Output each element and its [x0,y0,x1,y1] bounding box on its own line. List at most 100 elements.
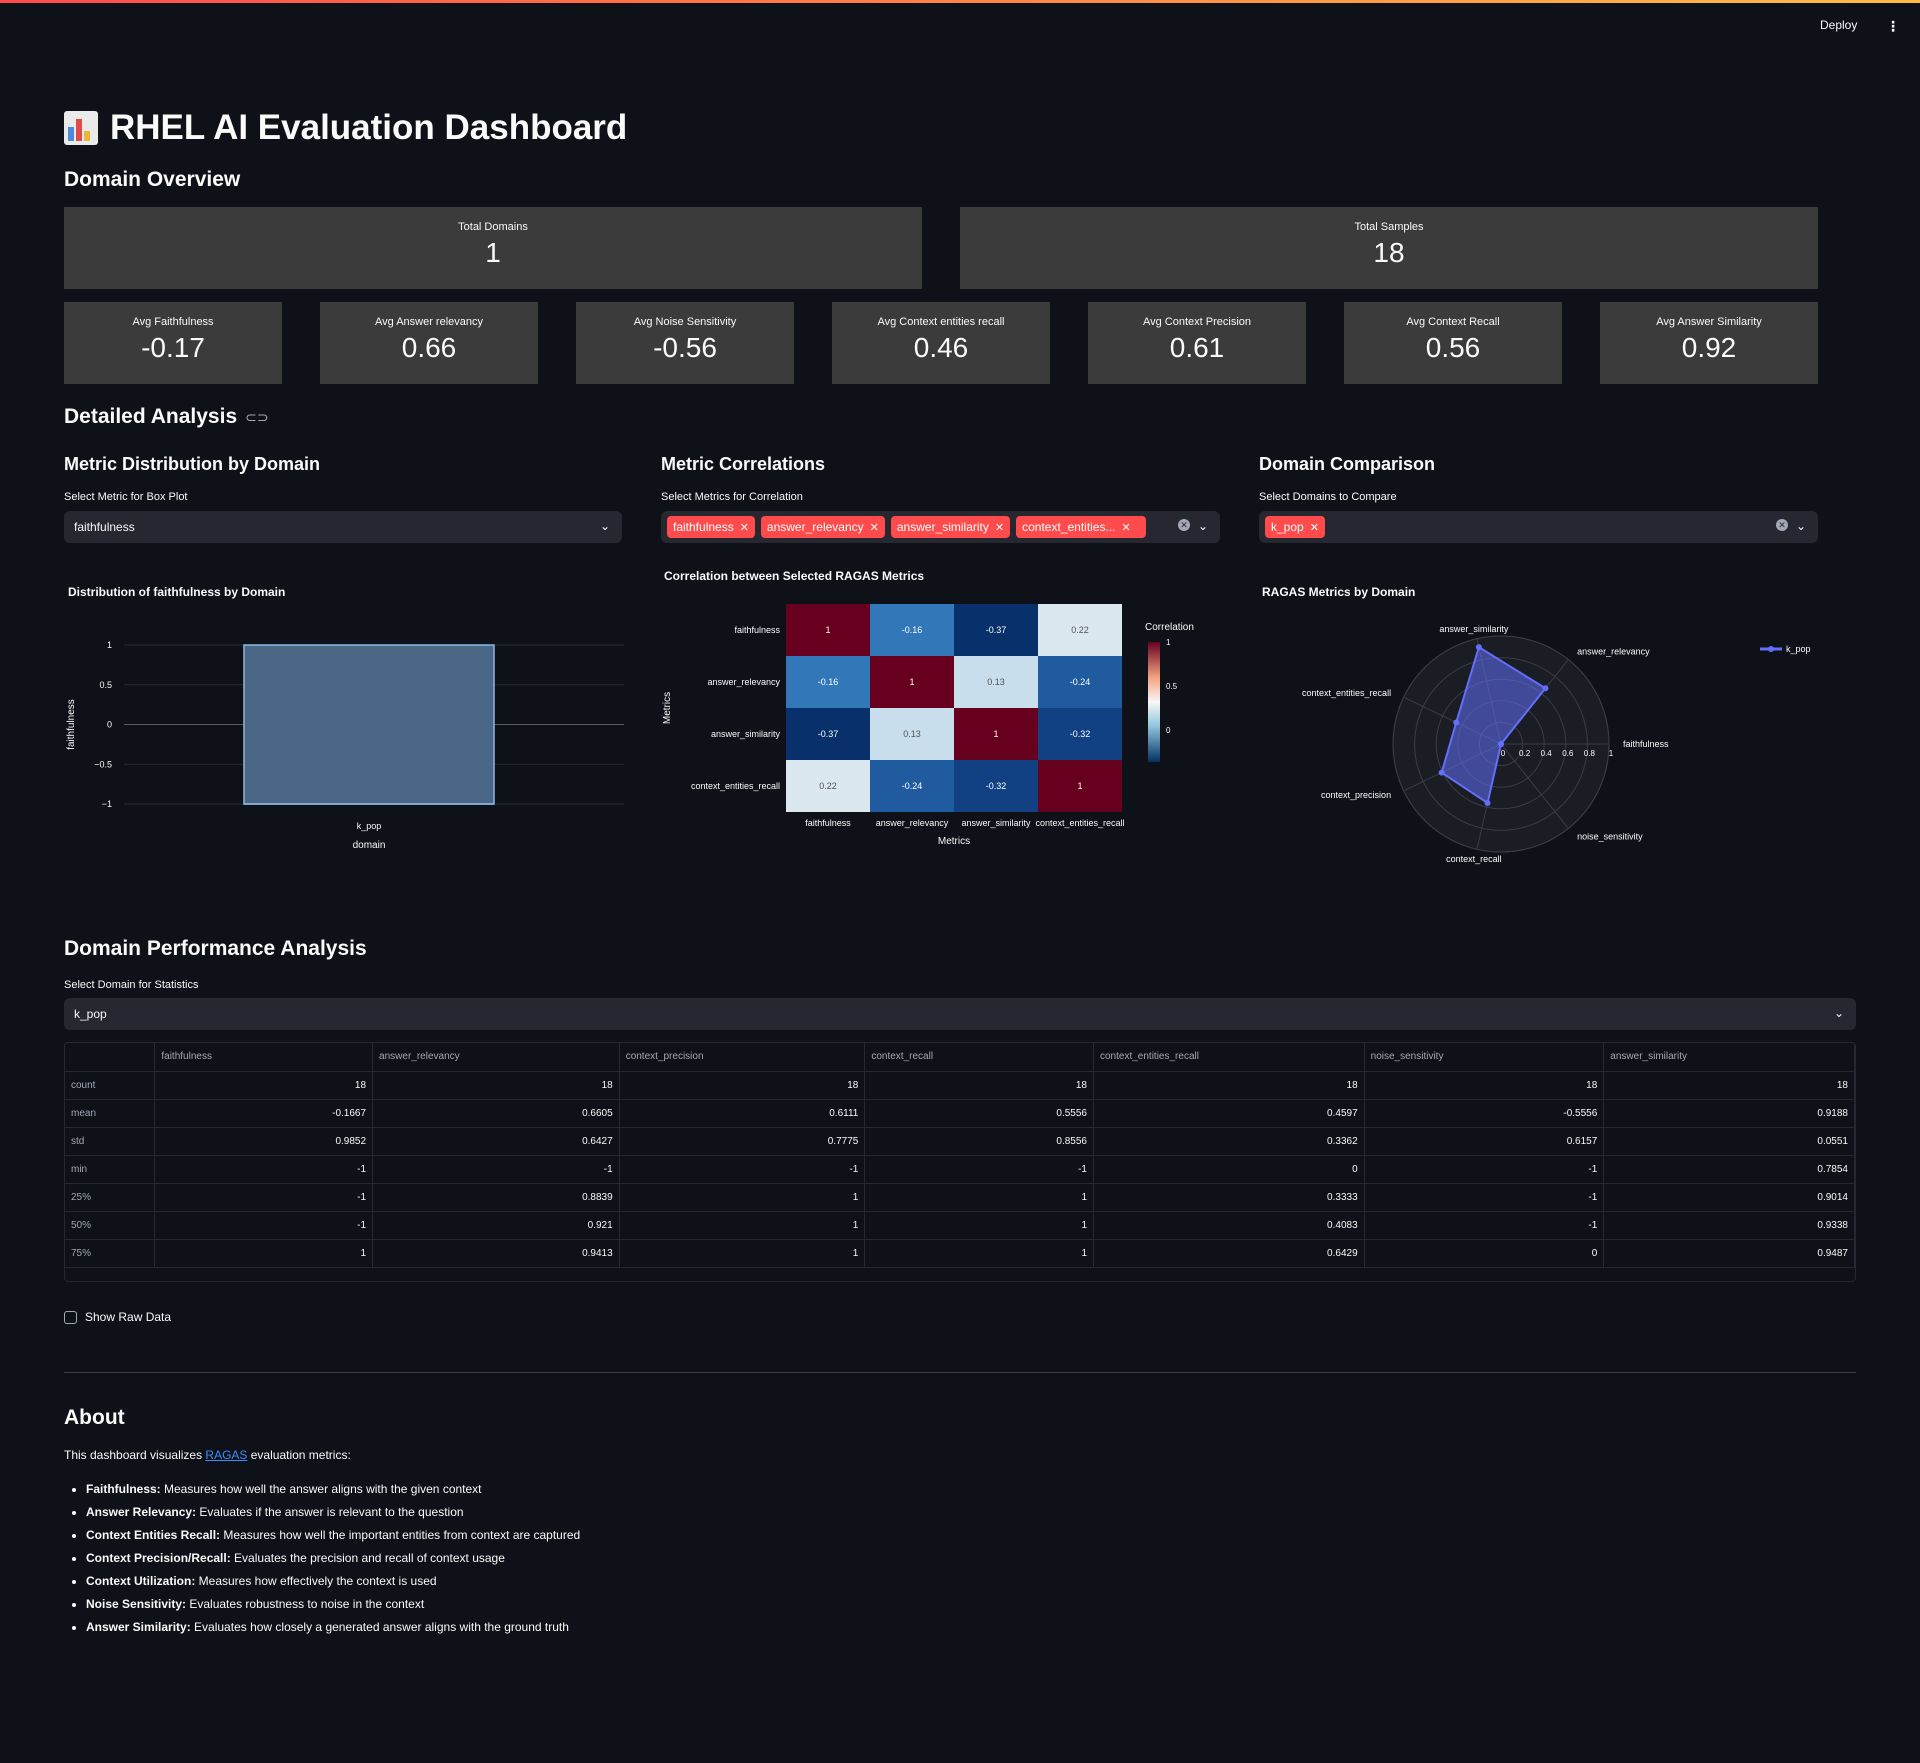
metric-label: Avg Faithfulness [132,316,214,328]
deploy-button[interactable]: Deploy [1820,18,1857,32]
heatmap-cell-label: 0.13 [903,729,921,739]
box-plot-metric-select[interactable]: faithfulness ⌄ [64,511,622,543]
about-desc: Evaluates if the answer is relevant to t… [196,1505,464,1519]
table-cell: 1 [619,1239,866,1268]
table-row: 75% 1 0.9413 1 1 0.6429 0 0.9487 [65,1239,1855,1268]
domain-compare-multiselect[interactable]: k_pop ✕ ✕ ⌄ [1259,511,1818,543]
radar-axis-label: answer_similarity [1439,624,1509,634]
performance-heading: Domain Performance Analysis [64,937,367,960]
heatmap-cell-label: 1 [993,729,998,739]
heatmap-cell-label: -0.32 [1070,729,1091,739]
y-tick-label: answer_relevancy [707,677,780,687]
remove-tag-icon[interactable]: ✕ [740,521,749,534]
stats-domain-select[interactable]: k_pop ⌄ [64,998,1856,1030]
table-cell: -0.5556 [1364,1099,1605,1128]
tag-answer-relevancy[interactable]: answer_relevancy ✕ [760,516,885,538]
metric-value: -0.56 [653,332,717,363]
checkbox-box[interactable] [64,1310,77,1324]
detailed-analysis-heading: Detailed Analysis ⊂⊃ [64,405,269,429]
row-label: mean [65,1099,156,1128]
metric-label: Avg Context entities recall [877,316,1005,328]
metric-avg-context-entities-recall: Avg Context entities recall 0.46 [832,302,1050,384]
about-term: Answer Relevancy: [86,1505,197,1519]
show-raw-data-checkbox[interactable]: Show Raw Data [64,1310,171,1324]
table-cell: -1 [1364,1211,1605,1240]
y-tick-label: 1 [107,640,112,650]
tag-faithfulness[interactable]: faithfulness ✕ [667,516,755,538]
column-header[interactable]: faithfulness [154,1043,374,1072]
about-desc: Measures how effectively the context is … [195,1574,437,1588]
row-label: count [65,1071,156,1100]
column-header[interactable]: answer_similarity [1603,1043,1855,1072]
page-title: RHEL AI Evaluation Dashboard [64,108,627,148]
tag-label: faithfulness [673,520,734,534]
metric-value: 1 [485,237,501,268]
tag-answer-similarity[interactable]: answer_similarity ✕ [890,516,1011,538]
table-cell: 18 [1364,1071,1605,1100]
table-cell: 1 [154,1239,374,1268]
table-row: count 18 18 18 18 18 18 18 [65,1071,1855,1100]
main-menu-icon[interactable]: ⋮ [1886,18,1900,35]
metric-label: Avg Answer relevancy [374,316,484,328]
clear-all-icon[interactable]: ✕ [1776,519,1788,531]
remove-tag-icon[interactable]: ✕ [1122,521,1131,534]
x-tick-label: answer_similarity [961,818,1031,828]
ragas-link[interactable]: RAGAS [205,1448,247,1462]
remove-tag-icon[interactable]: ✕ [995,521,1004,534]
metric-label: Total Samples [1354,221,1424,233]
table-cell: 0.9338 [1603,1211,1855,1240]
about-desc: Evaluates how closely a generated answer… [190,1620,569,1634]
metric-label: Avg Context Precision [1142,316,1252,328]
table-cell: 0.9487 [1603,1239,1855,1268]
table-cell: 0.6427 [372,1127,620,1156]
table-corner-cell [65,1043,156,1072]
heatmap-cell-label: 0.22 [1071,625,1089,635]
about-term: Answer Similarity: [86,1620,191,1634]
column-header[interactable]: answer_relevancy [372,1043,620,1072]
link-icon[interactable]: ⊂⊃ [245,409,268,426]
table-cell: 1 [619,1183,866,1212]
clear-all-icon[interactable]: ✕ [1178,519,1190,531]
row-label: min [65,1155,156,1184]
tag-context-entities[interactable]: context_entities... ✕ [1016,516,1147,538]
about-desc: Measures how well the important entities… [220,1528,581,1542]
about-term: Context Entities Recall: [86,1528,221,1542]
remove-tag-icon[interactable]: ✕ [1310,521,1319,534]
correlation-metrics-multiselect[interactable]: faithfulness ✕ answer_relevancy ✕ answer_s… [661,511,1220,543]
divider [64,1372,1856,1373]
y-tick-label: faithfulness [734,625,780,635]
table-cell: -1 [1364,1183,1605,1212]
column-header[interactable]: context_entities_recall [1093,1043,1365,1072]
y-tick-label: context_entities_recall [691,781,780,791]
comparison-select-label: Select Domains to Compare [1259,491,1397,503]
chevron-down-icon[interactable]: ⌄ [1796,519,1806,533]
box-k_pop [243,644,495,805]
colorbar-tick: 1 [1166,638,1171,647]
x-tick-label: context_entities_recall [1035,818,1124,828]
select-value: faithfulness [74,520,135,534]
metric-avg-answer-similarity: Avg Answer Similarity 0.92 [1600,302,1818,384]
remove-tag-icon[interactable]: ✕ [870,521,879,534]
column-header[interactable]: context_precision [619,1043,866,1072]
stats-table: faithfulness answer_relevancy context_pr… [65,1043,1855,1268]
tag-label: context_entities... [1022,520,1116,534]
column-header[interactable]: noise_sensitivity [1364,1043,1605,1072]
table-cell: -1 [154,1211,374,1240]
chevron-down-icon: ⌄ [1833,1006,1844,1020]
y-tick-label: 0 [107,720,112,730]
metric-label: Avg Noise Sensitivity [633,316,737,328]
metric-label: Total Domains [458,221,528,233]
x-axis-label: Metrics [938,836,970,847]
tag-k-pop[interactable]: k_pop ✕ [1265,516,1325,538]
column-header[interactable]: context_recall [864,1043,1094,1072]
stats-table-container[interactable]: faithfulness answer_relevancy context_pr… [64,1042,1856,1282]
chevron-down-icon[interactable]: ⌄ [1198,519,1208,533]
table-row: 25% -1 0.8839 1 1 0.3333 -1 0.9014 [65,1183,1855,1212]
select-value: k_pop [74,1007,107,1021]
colorbar [1148,642,1160,762]
metric-avg-context-precision: Avg Context Precision 0.61 [1088,302,1306,384]
comparison-heading: Domain Comparison [1259,454,1436,474]
table-cell: 1 [619,1211,866,1240]
radial-tick-label: 0.6 [1562,749,1574,758]
radial-tick-label: 1 [1609,749,1614,758]
